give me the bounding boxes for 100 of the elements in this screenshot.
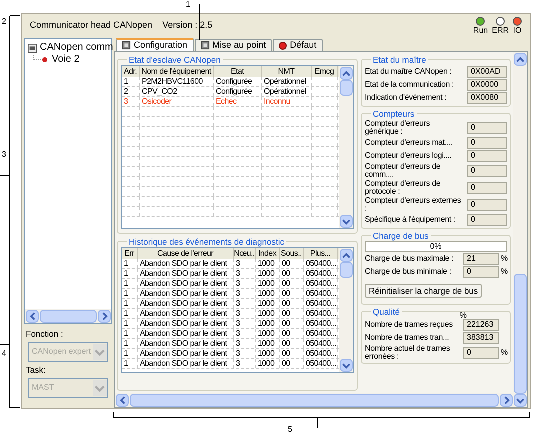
column-header[interactable]: Sous.. xyxy=(280,248,304,259)
table-cell: 3 xyxy=(236,359,240,368)
table-cell: 050400... xyxy=(306,349,337,358)
field-label: Charge de bus maximale : xyxy=(365,254,455,262)
value-field: 0X0080 xyxy=(467,92,507,104)
group-title: Etat d'esclave CANopen xyxy=(129,55,221,65)
scroll-thumb[interactable] xyxy=(340,80,352,96)
table-cell: 00 xyxy=(282,329,290,338)
progress-reading: 0% xyxy=(430,242,442,251)
table-cell: 1 xyxy=(124,289,128,298)
table-cell: 1000 xyxy=(258,329,275,338)
column-header[interactable]: Nom de l'équipement xyxy=(140,66,214,77)
scroll-left-icon[interactable] xyxy=(26,310,38,322)
callout-number: 4 xyxy=(2,349,6,358)
table-cell: 00 xyxy=(282,259,290,268)
column-header[interactable]: Index xyxy=(256,248,280,259)
table-cell: Opérationnel xyxy=(264,77,306,86)
field-label: Charge de bus minimale : xyxy=(365,268,452,276)
table-cell: 00 xyxy=(282,269,290,278)
unit-label: % xyxy=(501,254,508,262)
table-cell: 050400... xyxy=(306,339,337,348)
scroll-down-icon[interactable] xyxy=(340,358,352,372)
field-label: Compteur d'erreurs logi.... xyxy=(365,152,453,160)
value-field: 0X00AD xyxy=(467,66,507,78)
table-cell: CPV_CO2 xyxy=(142,87,178,96)
table-cell: Configurée xyxy=(216,77,252,86)
group-title: Charge de bus xyxy=(373,231,429,241)
column-header[interactable]: Nœu.. xyxy=(234,248,256,259)
column-header[interactable]: Adr. xyxy=(122,66,140,77)
reset-button[interactable]: Réinitialiser la charge de bus xyxy=(365,284,482,298)
field-label: Indication d'événement : xyxy=(365,94,448,102)
table-cell: Echec xyxy=(216,97,237,106)
table-cell: Osicoder xyxy=(142,97,172,106)
column-header[interactable]: Err xyxy=(122,248,138,259)
group-title: Qualité xyxy=(373,307,400,317)
field-label: Compteur d'erreurs externes : xyxy=(365,196,462,212)
scroll-left-icon[interactable] xyxy=(116,394,128,406)
table-cell: 00 xyxy=(282,319,290,328)
led-label: Run xyxy=(473,26,488,35)
table-row[interactable]: 2 CPV_CO2 Configurée Opérationnel xyxy=(122,87,339,97)
tree-item[interactable]: CANopen comm xyxy=(40,42,114,54)
field-label: Compteur d'erreurs générique : xyxy=(365,120,432,136)
column-header[interactable]: Plus... xyxy=(304,248,338,259)
table-cell: 3 xyxy=(236,269,240,278)
column-header[interactable]: Emcg xyxy=(312,66,338,77)
tab[interactable]: Mise au point xyxy=(194,39,272,51)
value-field: 0 xyxy=(467,214,507,226)
table-cell: 3 xyxy=(236,289,240,298)
tab[interactable]: Défaut xyxy=(273,39,323,51)
horizontal-scrollbar[interactable] xyxy=(25,309,111,323)
scroll-thumb[interactable] xyxy=(340,262,352,278)
horizontal-scrollbar[interactable] xyxy=(115,393,513,407)
table-cell: 050400... xyxy=(306,359,337,368)
scroll-right-icon[interactable] xyxy=(98,310,110,322)
field-label: Etat de la communication : xyxy=(365,80,456,88)
table-cell: Abandon SDO par le client xyxy=(140,339,228,348)
table-cell: 050400... xyxy=(306,269,337,278)
table-cell: 3 xyxy=(236,299,240,308)
table-row[interactable]: 1 P2M2HBVC11600 Configurée Opérationnel xyxy=(122,77,339,87)
table-cell: 00 xyxy=(282,339,290,348)
column-header[interactable]: Etat xyxy=(214,66,262,77)
table-cell: 3 xyxy=(236,309,240,318)
table-cell: 050400... xyxy=(306,289,337,298)
table-cell: 1 xyxy=(124,77,128,86)
table-cell: Abandon SDO par le client xyxy=(140,319,228,328)
tab[interactable]: Configuration xyxy=(116,38,194,51)
value-field: 221263 xyxy=(463,318,499,330)
table-cell: 1 xyxy=(124,259,128,268)
scroll-up-icon[interactable] xyxy=(340,248,352,262)
table-cell: Abandon SDO par le client xyxy=(140,359,228,368)
table-cell: 1 xyxy=(124,269,128,278)
table-cell: 050400... xyxy=(306,309,337,318)
scroll-up-icon[interactable] xyxy=(340,66,352,80)
scroll-right-icon[interactable] xyxy=(500,394,512,406)
field-label: Spécifique à l'équipement : xyxy=(365,216,456,224)
table-cell: 050400... xyxy=(306,299,337,308)
table-cell: 00 xyxy=(282,289,290,298)
table-cell: 1000 xyxy=(258,259,275,268)
tree-item[interactable]: Voie 2 xyxy=(52,54,80,66)
table-cell: Abandon SDO par le client xyxy=(140,329,228,338)
group-title: Etat du maître xyxy=(373,55,426,65)
scroll-down-icon[interactable] xyxy=(514,394,526,406)
scroll-thumb[interactable] xyxy=(514,274,526,394)
table-cell: P2M2HBVC11600 xyxy=(142,77,203,86)
scroll-up-icon[interactable] xyxy=(514,52,526,66)
table-cell: Abandon SDO par le client xyxy=(140,309,228,318)
vertical-scrollbar[interactable] xyxy=(339,66,353,228)
scroll-down-icon[interactable] xyxy=(340,214,352,228)
table-cell: 3 xyxy=(124,97,128,106)
field-label: Compteur d'erreurs de protocole : xyxy=(365,180,442,196)
table-cell: 1 xyxy=(124,279,128,288)
table-cell: 00 xyxy=(282,359,290,368)
vertical-scrollbar[interactable] xyxy=(339,248,353,372)
table-cell: 1000 xyxy=(258,359,275,368)
vertical-scrollbar[interactable] xyxy=(513,52,527,407)
field-label: Compteur d'erreurs de comm.... xyxy=(365,162,442,178)
column-header[interactable]: Cause de l'erreur xyxy=(138,248,234,259)
table-cell: 00 xyxy=(282,279,290,288)
table-row[interactable]: 3 Osicoder Echec Inconnu xyxy=(122,97,339,107)
column-header[interactable]: NMT xyxy=(262,66,312,77)
